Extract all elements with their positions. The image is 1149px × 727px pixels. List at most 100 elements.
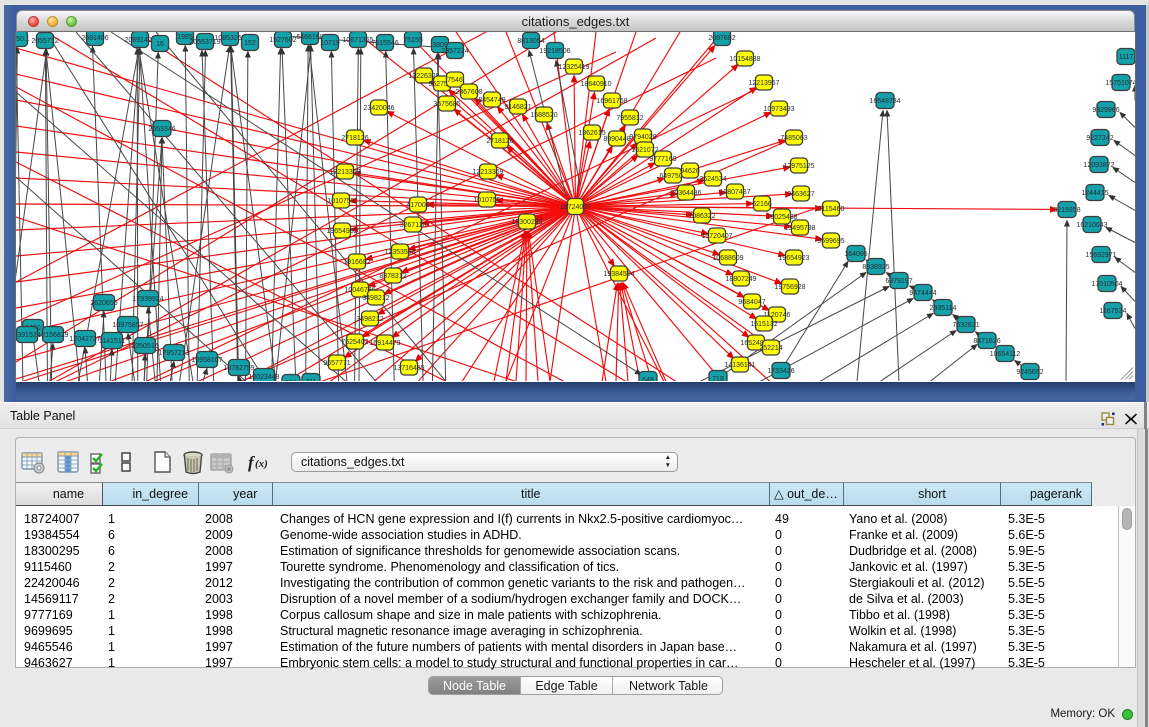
svg-text:1733426: 1733426 [767,368,794,375]
svg-text:152: 152 [244,40,256,47]
svg-text:1010755: 1010755 [327,198,354,205]
svg-text:2653346: 2653346 [148,126,175,133]
svg-text:16648784: 16648784 [869,98,900,105]
svg-text:2367608: 2367608 [455,89,482,96]
svg-text:12325419: 12325419 [558,64,589,71]
svg-text:94626: 94626 [680,168,700,175]
svg-text:10973493: 10973493 [763,106,794,113]
svg-text:2935114: 2935114 [930,305,957,312]
svg-text:3498212: 3498212 [362,295,389,302]
svg-text:17010504: 17010504 [1091,281,1122,288]
svg-text:1117: 1117 [1119,54,1134,61]
svg-text:718: 718 [712,376,724,382]
svg-text:1362615: 1362615 [578,130,605,137]
svg-text:8471626: 8471626 [973,338,1000,345]
svg-text:12975125: 12975125 [783,163,814,170]
svg-text:7357224: 7357224 [441,48,468,55]
svg-text:7485063: 7485063 [780,135,807,142]
svg-text:9463627: 9463627 [787,191,814,198]
svg-text:3675685: 3675685 [433,101,460,108]
svg-text:(x): (x) [255,458,268,470]
svg-text:8938925: 8938925 [862,264,889,271]
svg-text:1588520: 1588520 [530,112,557,119]
svg-text:10958107: 10958107 [191,357,222,364]
svg-text:311: 311 [305,379,316,382]
svg-text:10154838: 10154838 [729,56,760,63]
svg-text:9474444: 9474444 [909,290,936,297]
svg-text:7515546: 7515546 [371,40,398,47]
svg-text:19654923: 19654923 [778,255,809,262]
svg-text:15692971: 15692971 [1085,252,1116,259]
svg-text:2718126: 2718126 [341,135,368,142]
svg-text:20364436: 20364436 [670,190,701,197]
svg-text:13716485: 13716485 [393,365,424,372]
svg-text:10719: 10719 [320,40,340,47]
svg-text:7086322: 7086322 [688,213,715,220]
svg-text:16961758: 16961758 [596,98,627,105]
svg-text:1350515: 1350515 [131,343,158,350]
svg-text:1244415: 1244415 [1081,190,1108,197]
svg-text:13495798: 13495798 [784,225,815,232]
svg-text:1141511: 1141511 [99,338,125,345]
svg-text:10975857: 10975857 [112,322,143,329]
svg-text:16210643: 16210643 [1076,222,1107,229]
svg-text:19384554: 19384554 [603,271,634,278]
svg-text:10688609: 10688609 [712,255,743,262]
svg-text:2718126: 2718126 [486,138,513,145]
svg-text:12353594: 12353594 [384,249,415,256]
svg-text:12213369: 12213369 [472,169,503,176]
svg-text:3498212: 3498212 [356,316,383,323]
svg-text:8878312: 8878312 [379,273,406,280]
svg-text:14136141: 14136141 [724,362,755,369]
svg-text:19756928: 19756928 [774,284,805,291]
svg-text:7955812: 7955812 [616,115,643,122]
svg-text:10807487: 10807487 [719,189,750,196]
svg-text:9684047: 9684047 [738,299,765,306]
svg-text:1167534: 1167534 [1100,308,1127,315]
svg-text:75155: 75155 [403,37,423,44]
svg-text:15720407: 15720407 [701,233,732,240]
svg-text:9245652: 9245652 [1016,369,1043,376]
svg-text:1010755: 1010755 [473,197,500,204]
svg-text:8813054: 8813054 [517,38,544,45]
svg-text:12023448: 12023448 [248,374,279,381]
svg-text:2087682: 2087682 [708,35,735,42]
svg-text:62166: 62166 [752,201,772,208]
svg-text:1450...: 1450... [16,36,30,43]
svg-text:7546: 7546 [447,77,463,84]
svg-text:39152: 39152 [17,332,37,339]
svg-text:10025438: 10025438 [766,214,797,221]
svg-text:9146821: 9146821 [504,104,531,111]
svg-text:648: 648 [642,377,654,382]
svg-text:12042737: 12042737 [69,336,100,343]
svg-text:19654982: 19654982 [326,228,357,235]
svg-text:7625402: 7625402 [341,339,368,346]
svg-text:12156829: 12156829 [37,332,68,339]
svg-text:12093872: 12093872 [1083,162,1114,169]
svg-text:18724007: 18724007 [560,204,591,211]
svg-text:16: 16 [156,41,164,48]
svg-text:12213369: 12213369 [329,169,360,176]
svg-text:10671355: 10671355 [342,37,373,44]
svg-text:9329966: 9329966 [1092,107,1119,114]
svg-text:16914479: 16914479 [369,340,400,347]
svg-text:10782759: 10782759 [223,365,254,372]
svg-text:291: 291 [285,380,297,382]
svg-text:9657771: 9657771 [323,360,350,367]
svg-text:6379197: 6379197 [885,278,912,285]
svg-text:7632621: 7632621 [952,322,979,329]
svg-text:252214: 252214 [759,345,782,352]
svg-text:12213967: 12213967 [748,80,779,87]
svg-text:17957213: 17957213 [158,350,189,357]
svg-text:23420046: 23420046 [363,105,394,112]
svg-text:1527602: 1527602 [269,37,296,44]
svg-text:9699695: 9699695 [817,238,844,245]
svg-text:1615132: 1615132 [750,321,777,328]
svg-text:10654112: 10654112 [990,351,1021,358]
svg-text:417006: 417006 [406,202,429,209]
svg-text:9777169: 9777169 [649,156,676,163]
svg-text:19218506: 19218506 [539,48,570,55]
svg-text:2620655: 2620655 [90,300,117,307]
svg-text:8454749: 8454749 [478,97,505,104]
svg-text:9227342: 9227342 [1086,135,1113,142]
